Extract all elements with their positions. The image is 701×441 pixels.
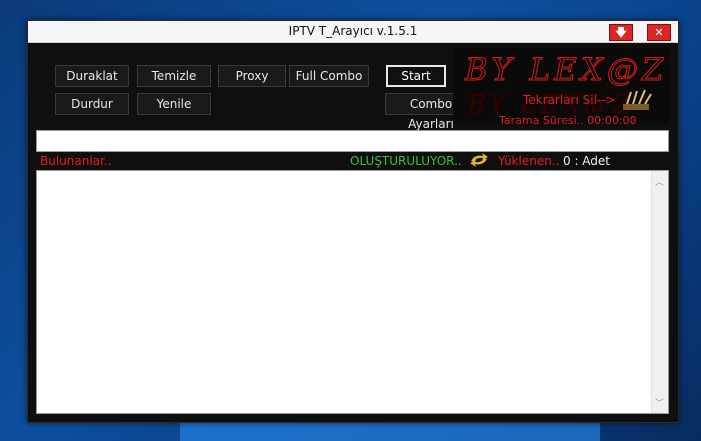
full-combo-button[interactable]: Full Combo xyxy=(289,65,369,87)
down-arrow-icon: 🡇 xyxy=(615,26,627,39)
close-button[interactable]: ✕ xyxy=(647,24,671,41)
refresh-arrows-icon xyxy=(470,153,488,167)
durdur-button[interactable]: Durdur xyxy=(55,93,129,115)
yuklenen-count: 0 : Adet xyxy=(563,154,611,168)
duraklat-button[interactable]: Duraklat xyxy=(55,65,129,87)
bulunanlar-label: Bulunanlar.. xyxy=(40,154,112,168)
close-icon: ✕ xyxy=(654,26,664,39)
proxy-button[interactable]: Proxy xyxy=(218,65,286,87)
results-list[interactable]: ︿ ﹀ xyxy=(36,170,669,414)
scroll-up-icon[interactable]: ︿ xyxy=(655,175,664,188)
url-input[interactable] xyxy=(36,130,669,152)
minimize-button[interactable]: 🡇 xyxy=(609,24,633,41)
title-bar[interactable]: IPTV T_Arayıcı v.1.5.1 🡇 ✕ xyxy=(28,21,678,43)
temizle-button[interactable]: Temizle xyxy=(137,65,211,87)
start-button[interactable]: Start xyxy=(386,65,446,87)
banner-logo: BY LEX@Z xyxy=(464,52,668,89)
author-banner: BY LEX@Z BY LEX@Z Tekrarları Sil--> Tara… xyxy=(453,48,669,127)
tekrarlari-sil-label: Tekrarları Sil--> xyxy=(523,93,616,107)
broom-icon[interactable] xyxy=(621,88,653,112)
yenile-button[interactable]: Yenile xyxy=(137,93,211,115)
yuklenen-label: Yüklenen.. xyxy=(498,154,560,168)
scroll-down-icon[interactable]: ﹀ xyxy=(655,396,664,409)
window-title: IPTV T_Arayıcı v.1.5.1 xyxy=(288,24,418,38)
olusturuluyor-status: OLUŞTURULUYOR.. xyxy=(350,154,462,168)
vertical-scrollbar[interactable]: ︿ ﹀ xyxy=(651,171,668,413)
app-window: IPTV T_Arayıcı v.1.5.1 🡇 ✕ Duraklat Temi… xyxy=(27,20,679,423)
tarama-suresi-label: Tarama Süresi.. 00:00:00 xyxy=(499,114,637,127)
